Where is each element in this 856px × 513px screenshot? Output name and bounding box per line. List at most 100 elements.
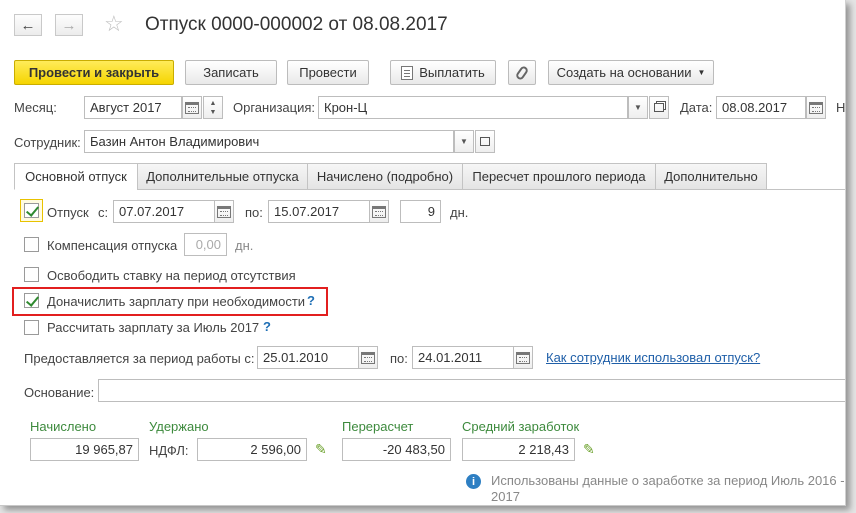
vacation-checkbox[interactable] — [24, 203, 39, 218]
basis-label: Основание: — [24, 385, 95, 400]
ndfl-field: 2 596,00 — [197, 438, 307, 461]
withheld-label: Удержано — [149, 419, 209, 434]
month-calendar-button[interactable] — [182, 96, 202, 119]
tab-previous-period-recalc[interactable]: Пересчет прошлого периода — [462, 163, 656, 190]
edit-ndfl-pencil-icon[interactable]: ✎ — [315, 441, 327, 458]
calc-salary-help-icon[interactable]: ? — [263, 319, 271, 334]
ndfl-label: НДФЛ: — [149, 443, 189, 458]
tab-main-vacation[interactable]: Основной отпуск — [14, 163, 138, 190]
vacation-usage-link[interactable]: Как сотрудник использовал отпуск? — [546, 350, 760, 365]
organization-dropdown-button[interactable]: ▼ — [628, 96, 648, 119]
work-period-from-field[interactable]: 25.01.2010 — [257, 346, 359, 369]
compensation-days-unit: дн. — [235, 238, 254, 253]
accrue-label: Доначислить зарплату при необходимости — [47, 294, 306, 309]
tab-additional-vacations[interactable]: Дополнительные отпуска — [137, 163, 308, 190]
earnings-info-text-line1: Использованы данные о заработке за перио… — [491, 473, 845, 488]
vacation-to-calendar-button[interactable] — [369, 200, 389, 223]
organization-field[interactable]: Крон-Ц — [318, 96, 628, 119]
accrue-help-icon[interactable]: ? — [307, 293, 315, 308]
save-label: Записать — [203, 65, 259, 80]
average-earnings-label: Средний заработок — [462, 419, 580, 434]
stepper-up-icon: ▲ — [209, 99, 217, 107]
average-earnings-field: 2 218,43 — [462, 438, 575, 461]
document-icon — [401, 65, 414, 80]
organization-open-button[interactable] — [649, 96, 669, 119]
favorite-star-icon[interactable]: ☆ — [104, 12, 124, 36]
vacation-days-unit: дн. — [450, 205, 469, 220]
compensation-label: Компенсация отпуска — [47, 238, 178, 253]
post-and-close-label: Провести и закрыть — [28, 65, 160, 80]
vacation-days-field[interactable]: 9 — [400, 200, 441, 223]
vacation-label: Отпуск — [47, 205, 89, 220]
vacation-from-field[interactable]: 07.07.2017 — [113, 200, 215, 223]
date-label: Дата: — [680, 100, 713, 115]
post-and-close-button[interactable]: Провести и закрыть — [14, 60, 174, 85]
accrue-checkbox[interactable] — [24, 293, 39, 308]
chevron-down-icon: ▼ — [697, 68, 706, 77]
accrued-field: 19 965,87 — [30, 438, 139, 461]
paperclip-icon — [514, 64, 530, 81]
release-rate-checkbox[interactable] — [24, 267, 39, 282]
accrued-label: Начислено — [30, 419, 97, 434]
post-button[interactable]: Провести — [287, 60, 369, 85]
release-rate-label: Освободить ставку на период отсутствия — [47, 268, 296, 283]
basis-field[interactable] — [98, 379, 845, 402]
chevron-down-icon: ▼ — [460, 137, 468, 146]
calendar-icon — [361, 351, 375, 364]
arrow-right-icon: → — [61, 16, 77, 34]
create-based-on-dropdown[interactable]: Создать на основании ▼ — [548, 60, 714, 85]
compensation-days-field[interactable]: 0,00 — [184, 233, 227, 256]
calc-salary-label: Рассчитать зарплату за Июль 2017 — [47, 320, 260, 335]
page-title: Отпуск 0000-000002 от 08.08.2017 — [145, 14, 448, 35]
employee-label: Сотрудник: — [14, 135, 81, 150]
open-window-icon — [654, 103, 664, 112]
work-period-from-calendar-button[interactable] — [358, 346, 378, 369]
arrow-left-icon: ← — [20, 16, 36, 34]
tab-label: Дополнительные отпуска — [146, 169, 299, 184]
stepper-down-icon: ▼ — [209, 108, 217, 116]
employee-field[interactable]: Базин Антон Владимирович — [84, 130, 454, 153]
tab-label: Дополнительно — [664, 169, 758, 184]
tab-label: Основной отпуск — [25, 169, 127, 184]
chevron-down-icon: ▼ — [634, 103, 642, 112]
tab-label: Пересчет прошлого периода — [472, 169, 646, 184]
post-label: Провести — [299, 65, 357, 80]
month-field[interactable]: Август 2017 — [84, 96, 182, 119]
employee-dropdown-button[interactable]: ▼ — [454, 130, 474, 153]
number-label: Н — [836, 100, 846, 115]
work-period-to-calendar-button[interactable] — [513, 346, 533, 369]
work-period-to-field[interactable]: 24.01.2011 — [412, 346, 514, 369]
vacation-to-field[interactable]: 15.07.2017 — [268, 200, 370, 223]
work-period-label: Предоставляется за период работы с: — [24, 351, 255, 366]
employee-open-button[interactable] — [475, 130, 495, 153]
month-stepper[interactable]: ▲ ▼ — [203, 96, 223, 119]
compensation-checkbox[interactable] — [24, 237, 39, 252]
create-based-label: Создать на основании — [556, 65, 692, 80]
info-icon: i — [466, 474, 481, 489]
calendar-icon — [516, 351, 530, 364]
tab-additional[interactable]: Дополнительно — [655, 163, 767, 190]
attach-button[interactable] — [508, 60, 536, 85]
calendar-icon — [185, 101, 199, 114]
vacation-from-label: с: — [98, 205, 109, 220]
tab-accrued-detailed[interactable]: Начислено (подробно) — [307, 163, 463, 190]
earnings-info-text-line2: 2017 — [491, 489, 520, 504]
edit-average-earnings-pencil-icon[interactable]: ✎ — [583, 441, 595, 458]
calc-salary-checkbox[interactable] — [24, 320, 39, 335]
forward-button[interactable]: → — [55, 14, 83, 36]
recalc-field: -20 483,50 — [342, 438, 451, 461]
tab-label: Начислено (подробно) — [316, 169, 454, 184]
save-button[interactable]: Записать — [185, 60, 277, 85]
date-field[interactable]: 08.08.2017 — [716, 96, 806, 119]
open-window-icon — [480, 137, 490, 146]
pay-label: Выплатить — [419, 65, 485, 80]
document-window: ← → ☆ Отпуск 0000-000002 от 08.08.2017 П… — [0, 0, 846, 506]
vacation-from-calendar-button[interactable] — [214, 200, 234, 223]
organization-label: Организация: — [233, 100, 316, 115]
recalc-label: Перерасчет — [342, 419, 414, 434]
calendar-icon — [372, 205, 386, 218]
back-button[interactable]: ← — [14, 14, 42, 36]
date-calendar-button[interactable] — [806, 96, 826, 119]
pay-button[interactable]: Выплатить — [390, 60, 496, 85]
calendar-icon — [809, 101, 823, 114]
